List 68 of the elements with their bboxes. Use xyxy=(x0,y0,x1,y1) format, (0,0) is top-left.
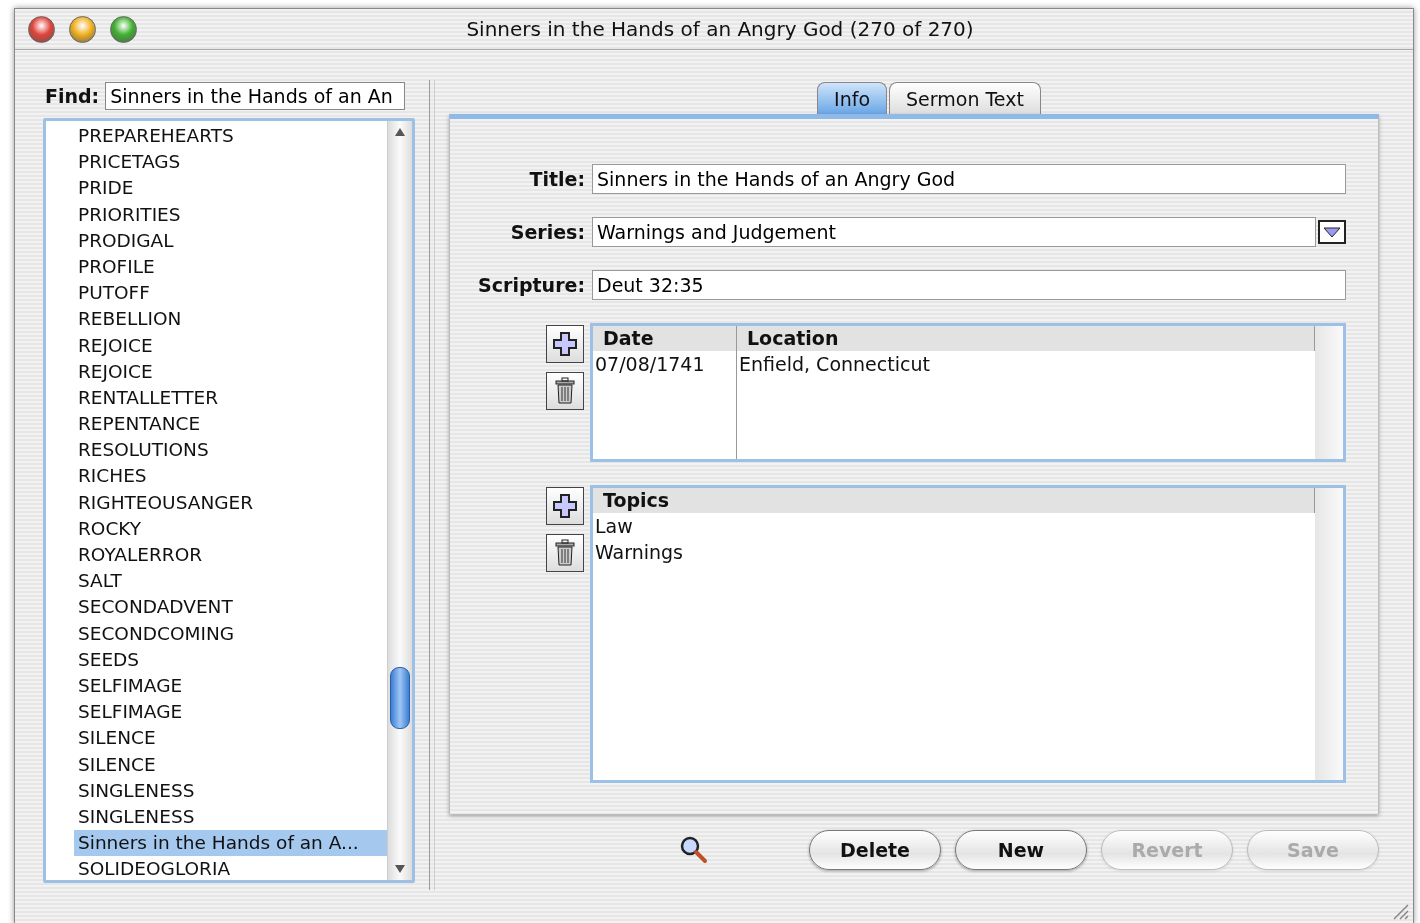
scroll-thumb[interactable] xyxy=(390,667,410,729)
find-label: Find: xyxy=(45,85,100,107)
list-item[interactable]: SILENCE xyxy=(46,751,387,778)
trash-icon xyxy=(554,539,576,567)
push-button[interactable]: New xyxy=(955,830,1087,870)
list-item[interactable]: RIGHTEOUSANGER xyxy=(46,489,387,516)
magnifier-icon[interactable] xyxy=(679,835,709,865)
field-label: Series: xyxy=(509,221,586,243)
tab[interactable]: Sermon Text xyxy=(889,82,1041,114)
list-item[interactable]: RENTALLETTER xyxy=(46,384,387,412)
push-button[interactable]: Delete xyxy=(809,830,941,870)
list-item[interactable]: SELFIMAGE xyxy=(46,672,387,700)
trash-icon xyxy=(554,377,576,405)
list-item[interactable]: ROYALERROR xyxy=(46,542,387,569)
list-item[interactable]: PREPAREHEARTS xyxy=(46,123,387,150)
scrollbar[interactable] xyxy=(387,121,412,880)
field-label: Scripture: xyxy=(477,274,586,296)
list-item[interactable]: SEEDS xyxy=(46,646,387,673)
list-item[interactable]: PROFILE xyxy=(46,253,387,281)
list-item[interactable]: PRICETAGS xyxy=(46,149,387,176)
delete-row-button[interactable] xyxy=(546,534,584,572)
list-item[interactable]: REPENTANCE xyxy=(46,411,387,438)
list-item[interactable]: Sinners in the Hands of an A... xyxy=(74,830,387,857)
resize-grip-icon[interactable] xyxy=(1391,902,1409,920)
table-cell-text: Law xyxy=(594,514,634,539)
table-cell-text: Enfield, Connecticut xyxy=(738,352,931,377)
table-cell-text: Warnings xyxy=(594,540,684,565)
list-item[interactable]: SECONDADVENT xyxy=(46,594,387,621)
minimize-button[interactable] xyxy=(69,15,96,43)
list-item[interactable]: RICHES xyxy=(46,463,387,490)
scroll-down-icon[interactable] xyxy=(394,864,406,874)
add-button[interactable] xyxy=(546,487,584,525)
add-button[interactable] xyxy=(546,325,584,363)
find-field[interactable]: Sinners in the Hands of an An xyxy=(105,82,406,110)
table-cell-text: 07/08/1741 xyxy=(594,352,706,377)
zoom-button[interactable] xyxy=(110,15,137,43)
list-item[interactable]: PUTOFF xyxy=(46,280,387,307)
list-item[interactable]: SECONDCOMING xyxy=(46,620,387,647)
list-item[interactable]: SINGLENESS xyxy=(46,803,387,831)
list-item[interactable]: REBELLION xyxy=(46,306,387,333)
scroll-up-icon[interactable] xyxy=(394,127,406,137)
list-item[interactable]: REJOICE xyxy=(46,358,387,385)
triangle-down-icon xyxy=(1323,226,1341,238)
text-field[interactable]: Deut 32:35 xyxy=(592,270,1346,300)
list-item[interactable]: PRIORITIES xyxy=(46,201,387,228)
plus-icon xyxy=(552,331,578,357)
list-item[interactable]: SINGLENESS xyxy=(46,777,387,804)
dropdown-button[interactable] xyxy=(1318,220,1346,244)
list-item[interactable]: SALT xyxy=(46,568,387,595)
close-button[interactable] xyxy=(28,15,55,43)
column-header[interactable]: Date xyxy=(593,326,737,351)
list-item[interactable]: REJOICE xyxy=(46,332,387,359)
list-item[interactable]: ROCKY xyxy=(46,515,387,542)
delete-row-button[interactable] xyxy=(546,372,584,410)
scrollbar[interactable] xyxy=(1315,326,1343,459)
list-item[interactable]: SELFIMAGE xyxy=(46,699,387,726)
scrollbar[interactable] xyxy=(1315,488,1343,780)
window-title: Sinners in the Hands of an Angry God (270 of 270) xyxy=(465,17,975,41)
tab[interactable]: Info xyxy=(817,82,888,114)
list-item[interactable]: RESOLUTIONS xyxy=(46,437,387,464)
list-item[interactable]: PRIDE xyxy=(46,175,387,202)
list-item[interactable]: SILENCE xyxy=(46,725,387,752)
list-item[interactable]: PRODIGAL xyxy=(46,227,387,254)
plus-icon xyxy=(552,493,578,519)
list-item[interactable]: SOLIDEOGLORIA xyxy=(46,856,387,880)
text-field[interactable]: Sinners in the Hands of an Angry God xyxy=(592,164,1346,194)
combo-field[interactable]: Warnings and Judgement xyxy=(592,217,1316,247)
field-label: Title: xyxy=(528,168,586,190)
